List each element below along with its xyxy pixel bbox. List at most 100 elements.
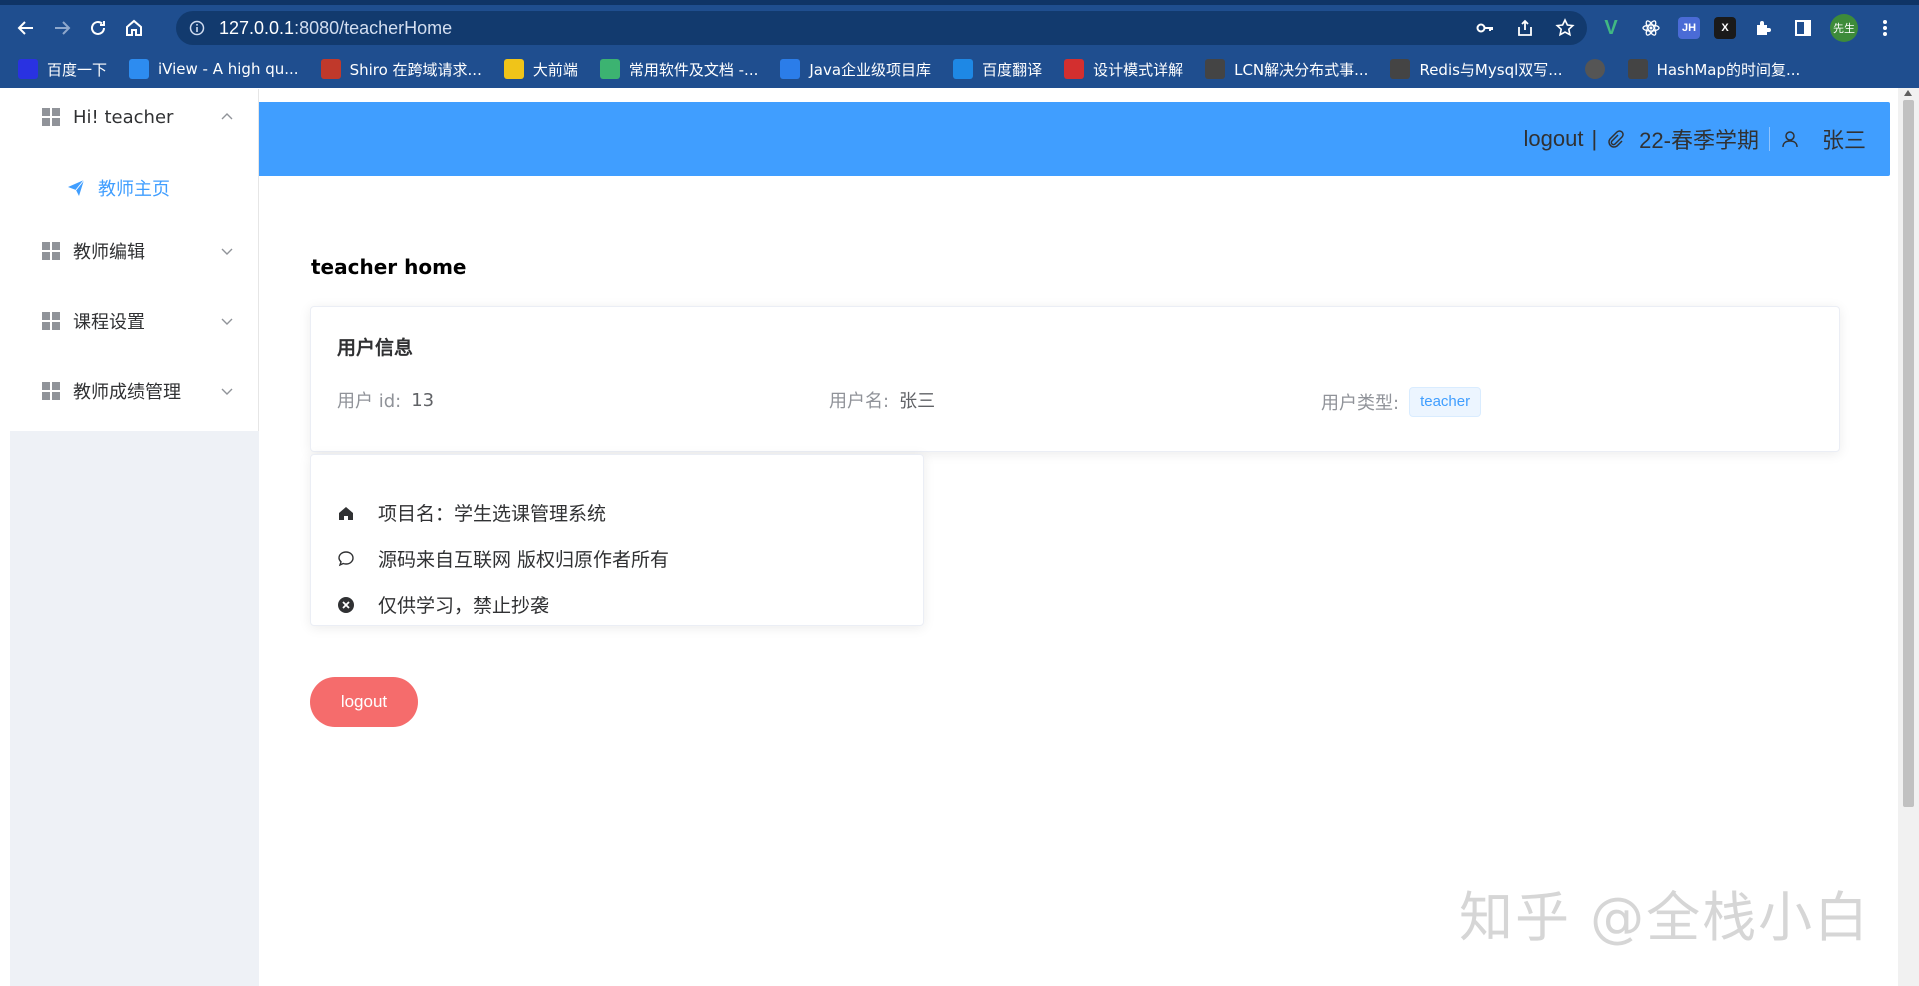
- url-path: :8080/teacherHome: [294, 17, 453, 38]
- username-field: 用户名: 张三: [829, 387, 935, 413]
- username-value: 张三: [899, 391, 936, 412]
- bookmark-label: Java企业级项目库: [809, 60, 932, 79]
- iview-icon: [129, 59, 150, 79]
- cube-icon: [320, 59, 341, 79]
- chevron-down-icon: [221, 318, 233, 325]
- site-info-icon[interactable]: [189, 20, 205, 36]
- close-circle-icon: [338, 596, 354, 613]
- info-row-text: 项目名：学生选课管理系统: [378, 503, 607, 525]
- sidebar-group-hi-teacher[interactable]: Hi! teacher: [10, 89, 259, 145]
- bookmark-label: Redis与Mysql双写...: [1419, 60, 1563, 79]
- bookmark-item[interactable]: Shiro 在跨域请求...: [320, 59, 482, 80]
- globe-icon: [1584, 59, 1605, 79]
- info-row-source: 源码来自互联网 版权归原作者所有: [337, 545, 669, 572]
- grid-icon: [42, 382, 60, 400]
- user-card-title: 用户信息: [337, 337, 414, 359]
- address-bar[interactable]: 127.0.0.1:8080/teacherHome: [176, 11, 1587, 45]
- more-menu-icon[interactable]: [1872, 15, 1898, 41]
- bookmark-label: 设计模式详解: [1093, 60, 1184, 79]
- user-type-label: 用户类型:: [1321, 393, 1400, 414]
- profile-avatar[interactable]: 先生: [1830, 14, 1858, 42]
- jh-extension-icon[interactable]: JH: [1678, 17, 1700, 39]
- app-page: logout | 22-春季学期 张三: [0, 88, 1919, 986]
- home-button[interactable]: [118, 12, 150, 44]
- grid-icon: [42, 242, 60, 260]
- chevron-down-icon: [221, 388, 233, 395]
- sidebar-item-label: 教师主页: [98, 179, 170, 200]
- reload-icon: [91, 20, 105, 35]
- user-id-value: 13: [411, 389, 435, 411]
- bookmark-item[interactable]: HashMap的时间复...: [1627, 59, 1801, 80]
- grid-icon: [42, 312, 60, 330]
- bookmark-item[interactable]: 大前端: [503, 59, 578, 80]
- paper-plane-icon: [68, 179, 85, 196]
- back-button[interactable]: [10, 12, 42, 44]
- vue-devtools-icon[interactable]: V: [1598, 15, 1624, 41]
- extensions-area: V JH X 先生: [1598, 11, 1898, 45]
- bookmark-item[interactable]: 常用软件及文档 -...: [599, 59, 759, 80]
- paperclip-icon: [1608, 130, 1624, 148]
- bookmark-item[interactable]: [1584, 59, 1614, 79]
- leaf-icon: [599, 59, 620, 79]
- header-separator: |: [1591, 126, 1598, 151]
- sidebar-group-teacher-edit[interactable]: 教师编辑: [10, 223, 259, 279]
- sidebar-group-course-settings[interactable]: 课程设置: [10, 293, 259, 349]
- github-icon: [1205, 59, 1226, 79]
- watermark: 知乎 @全栈小白: [1459, 886, 1871, 949]
- star-icon[interactable]: [1555, 18, 1575, 38]
- github-icon: [1390, 59, 1411, 79]
- semester-label[interactable]: 22-春季学期: [1639, 123, 1759, 155]
- header-divider: [1768, 127, 1770, 151]
- home-outline-icon: [126, 19, 142, 36]
- sidebar-group-grade-management[interactable]: 教师成绩管理: [10, 363, 259, 419]
- scroll-up-arrow[interactable]: [1904, 90, 1912, 96]
- puzzle-icon[interactable]: [1750, 15, 1776, 41]
- bookmark-item[interactable]: Redis与Mysql双写...: [1390, 59, 1563, 80]
- browser-toolbar: 127.0.0.1:8080/teacherHome V JH X 先生: [0, 5, 1919, 50]
- bookmark-label: 百度翻译: [982, 60, 1043, 79]
- info-row-project: 项目名：学生选课管理系统: [337, 499, 606, 526]
- bookmark-label: iView - A high qu...: [158, 60, 299, 78]
- url-host: 127.0.0.1: [219, 17, 295, 38]
- bookmark-label: 大前端: [532, 60, 578, 79]
- github-icon: [1627, 59, 1648, 79]
- bookmark-item[interactable]: Java企业级项目库: [780, 59, 931, 80]
- arrow-right-icon: [55, 20, 71, 35]
- project-info-card: 项目名：学生选课管理系统 源码来自互联网 版权归原作者所有 仅供学习，禁止抄袭: [310, 454, 924, 626]
- page-title: teacher home: [311, 255, 467, 279]
- react-devtools-icon[interactable]: [1638, 15, 1664, 41]
- sidebar-group-label: 教师成绩管理: [73, 382, 181, 403]
- x-extension-icon[interactable]: X: [1714, 17, 1736, 39]
- bookmark-label: Shiro 在跨域请求...: [349, 60, 482, 79]
- bookmark-item[interactable]: LCN解决分布式事...: [1205, 59, 1368, 80]
- url-text: 127.0.0.1:8080/teacherHome: [219, 18, 452, 39]
- baidu-paw-icon: [18, 59, 38, 79]
- bookmark-label: HashMap的时间复...: [1656, 60, 1801, 79]
- sidebar-group-label: 教师编辑: [73, 242, 145, 263]
- c-logo-icon: [1064, 59, 1085, 79]
- scroll-thumb[interactable]: [1903, 100, 1914, 807]
- bookmarks-bar: 百度一下 iView - A high qu... Shiro 在跨域请求... 大前…: [0, 50, 1919, 88]
- bookmark-item[interactable]: iView - A high qu...: [129, 59, 299, 79]
- side-panel-icon[interactable]: [1790, 15, 1816, 41]
- app-header: logout | 22-春季学期 张三: [10, 102, 1890, 176]
- page-scrollbar[interactable]: [1898, 88, 1919, 986]
- bookmark-label: 常用软件及文档 -...: [628, 60, 759, 79]
- share-icon[interactable]: [1515, 18, 1535, 38]
- bookmark-item[interactable]: 设计模式详解: [1064, 59, 1183, 80]
- bookmark-item[interactable]: 百度一下: [18, 59, 107, 80]
- key-icon[interactable]: [1475, 18, 1495, 38]
- header-logout-link[interactable]: logout: [1524, 126, 1584, 152]
- forward-button[interactable]: [46, 12, 78, 44]
- reload-button[interactable]: [82, 12, 114, 44]
- header-actions: logout | 22-春季学期 张三: [1524, 102, 1867, 176]
- edge-icon: [780, 59, 801, 79]
- chevron-down-icon: [221, 248, 233, 255]
- logout-button[interactable]: logout: [310, 677, 418, 727]
- chevron-up-icon: [221, 113, 233, 120]
- user-type-tag: teacher: [1409, 387, 1482, 417]
- header-username[interactable]: 张三: [1822, 123, 1866, 155]
- bookmark-item[interactable]: 百度翻译: [953, 59, 1042, 80]
- sidebar-item-teacher-home[interactable]: 教师主页: [10, 160, 259, 216]
- arrow-left-icon: [17, 20, 33, 35]
